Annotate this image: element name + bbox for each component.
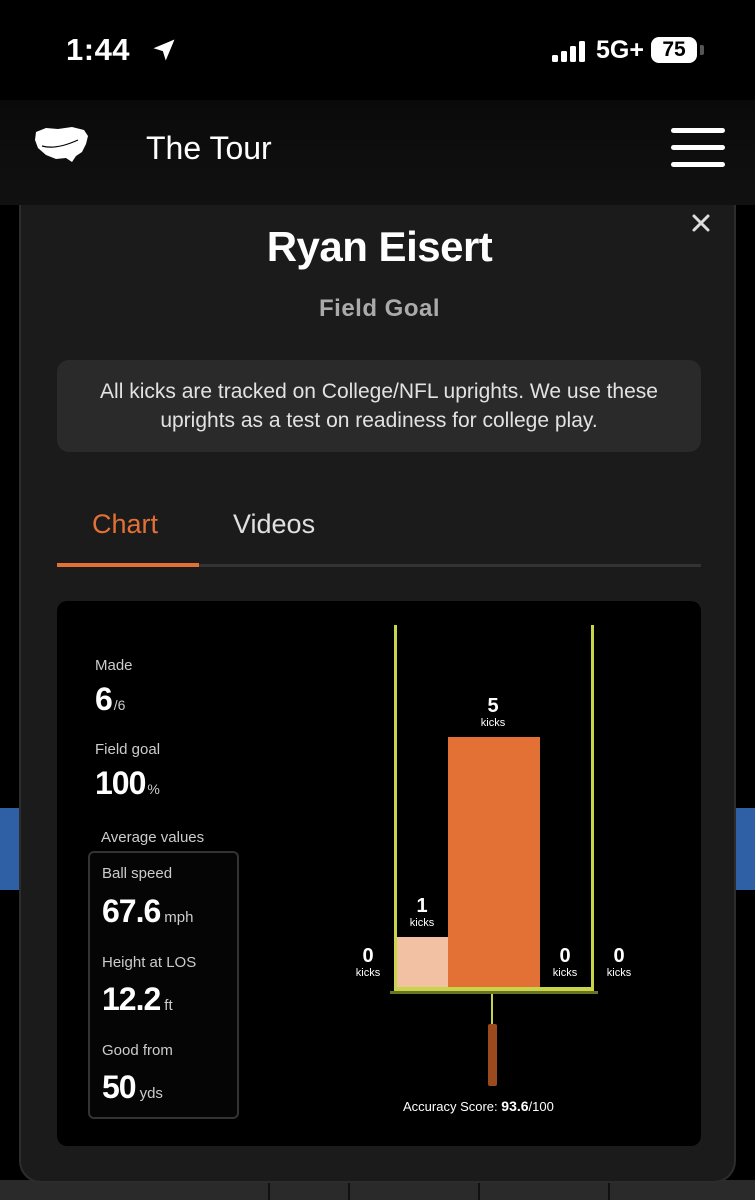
bar-count: 0 [613,945,625,967]
notice-line: All kicks are tracked on College/NFL upr… [100,380,658,403]
notice-line: uprights as a test on readiness for coll… [160,409,598,432]
chart-card: Made 6/6 Field goal 100% Average values … [57,601,701,1146]
status-time: 1:44 [66,32,131,67]
location-arrow-icon [153,39,175,61]
bar-count: 5 [487,695,499,717]
bars-group [397,737,540,987]
background-table [0,1180,755,1200]
accuracy-score: Accuracy Score: 93.6/100 [403,1098,554,1114]
accuracy-label: Accuracy Score: [403,1099,498,1114]
cellular-signal-icon [552,40,592,62]
battery-icon: 75 [651,37,697,63]
crossbar-glow [390,991,598,994]
bar-left-inside [397,937,448,987]
bar-count: 0 [362,945,374,967]
goal-post-base [488,1024,497,1086]
accuracy-value: 93.6 [501,1098,529,1114]
bar-label-wide-right: 0 kicks [594,945,644,979]
upright-left [394,625,397,992]
status-bar: 1:44 5G+ 75 [0,0,755,100]
bar-unit: kicks [409,917,435,929]
battery-nub [700,45,704,55]
accuracy-max: /100 [528,1099,554,1114]
background-panel-left [0,808,20,890]
post-line [491,994,493,1024]
bar-unit: kicks [606,967,632,979]
brand-title[interactable]: The Tour [146,130,272,167]
active-tab-indicator [57,563,199,567]
bar-count: 0 [559,945,571,967]
player-modal: Ryan Eisert Field Goal All kicks are tra… [19,205,736,1183]
top-nav: The Tour [0,100,755,205]
kick-type: Field Goal [318,295,440,322]
hamburger-menu-icon[interactable] [671,128,725,168]
background-gridline [268,1180,270,1200]
crossbar [394,987,594,991]
background-gridline [348,1180,350,1200]
tab-videos[interactable]: Videos [233,509,315,540]
the-tour-logo-icon[interactable] [32,122,92,166]
player-name: Ryan Eisert [266,223,493,270]
background-panel-right [735,808,755,890]
bar-unit: kicks [355,967,381,979]
bar-label-wide-left: 0 kicks [343,945,393,979]
bar-label-right-inside: 0 kicks [540,945,590,979]
bar-count: 1 [416,895,428,917]
upright-right [591,625,594,992]
bar-label-center: 5 kicks [468,695,518,729]
notice-box: All kicks are tracked on College/NFL upr… [57,360,701,452]
tab-bar: Chart Videos [57,503,701,567]
background-gridline [608,1180,610,1200]
bar-label-left-inside: 1 kicks [397,895,447,929]
tab-chart[interactable]: Chart [92,509,158,540]
network-type: 5G+ [596,36,644,64]
background-gridline [478,1180,480,1200]
bar-unit: kicks [480,717,506,729]
bar-unit: kicks [552,967,578,979]
goal-post-chart [390,625,598,1086]
bar-center [448,737,540,987]
